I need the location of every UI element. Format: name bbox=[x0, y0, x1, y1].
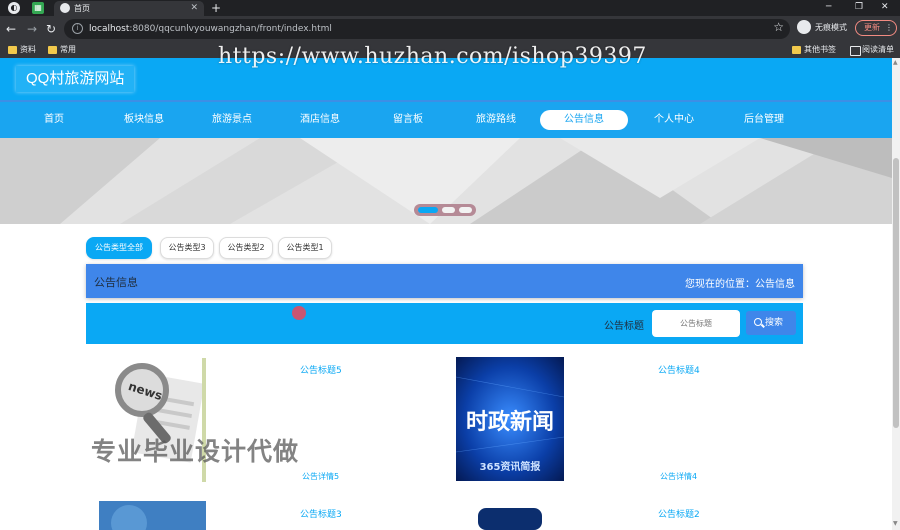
filter-type3[interactable]: 公告类型3 bbox=[160, 237, 214, 259]
sheets-tab-icon[interactable]: ▦ bbox=[32, 2, 44, 14]
card-title[interactable]: 公告标题2 bbox=[658, 507, 700, 520]
nav-routes[interactable]: 旅游路线 bbox=[452, 110, 540, 130]
nav-profile[interactable]: 个人中心 bbox=[630, 110, 718, 130]
search-button[interactable]: 搜索 bbox=[746, 311, 796, 335]
card-title[interactable]: 公告标题3 bbox=[300, 507, 342, 520]
search-label: 公告标题 bbox=[604, 321, 644, 332]
card-detail[interactable]: 公告详情5 bbox=[302, 471, 339, 482]
search-icon bbox=[754, 318, 762, 326]
carousel-indicators bbox=[414, 204, 476, 216]
mouse-cursor bbox=[292, 306, 306, 320]
reload-icon[interactable]: ↻ bbox=[46, 21, 56, 37]
bookmark-item[interactable]: 资料 bbox=[8, 43, 36, 57]
bookmark-item[interactable]: 常用 bbox=[48, 43, 76, 57]
card-detail[interactable]: 公告详情4 bbox=[660, 471, 697, 482]
bookmark-star-icon[interactable]: ☆ bbox=[773, 20, 784, 34]
back-icon[interactable]: ← bbox=[6, 21, 16, 37]
nav-messages[interactable]: 留言板 bbox=[364, 110, 452, 130]
info-icon[interactable]: i bbox=[72, 23, 83, 34]
blue-card-image bbox=[99, 501, 206, 530]
dark-blue-card-image bbox=[478, 508, 542, 530]
browser-titlebar: ◐ ▦ 首页 ✕ + ─ ❐ ✕ bbox=[0, 0, 900, 16]
filter-all[interactable]: 公告类型全部 bbox=[86, 237, 152, 259]
site-logo[interactable]: QQ村旅游网站 bbox=[16, 66, 135, 92]
close-tab-icon[interactable]: ✕ bbox=[190, 1, 198, 16]
browser-tab[interactable]: 首页 ✕ bbox=[54, 1, 204, 16]
globe-icon bbox=[60, 3, 70, 13]
breadcrumb: 您现在的位置：公告信息 bbox=[685, 279, 795, 290]
url-text[interactable]: localhost:8080/qqcunlvyouwangzhan/front/… bbox=[89, 22, 332, 36]
card-image[interactable] bbox=[99, 501, 206, 530]
filter-type1[interactable]: 公告类型1 bbox=[278, 237, 332, 259]
nav-attractions[interactable]: 旅游景点 bbox=[188, 110, 276, 130]
search-bar: 公告标题 搜索 bbox=[86, 303, 803, 344]
search-input[interactable] bbox=[652, 310, 740, 337]
card-image[interactable] bbox=[478, 508, 542, 530]
nav-home[interactable]: 首页 bbox=[10, 110, 98, 130]
nav-hotels[interactable]: 酒店信息 bbox=[276, 110, 364, 130]
browser-logo-icon[interactable]: ◐ bbox=[8, 2, 20, 14]
politics-news-image: 时政新闻 365资讯简报 bbox=[456, 357, 564, 481]
card-title[interactable]: 公告标题4 bbox=[658, 363, 700, 376]
scrollbar-thumb[interactable] bbox=[893, 158, 899, 428]
section-header: 公告信息 您现在的位置：公告信息 bbox=[86, 264, 803, 298]
new-tab-icon[interactable]: + bbox=[211, 0, 221, 16]
incognito-icon bbox=[797, 20, 811, 34]
page-scrollbar[interactable]: ▲ ▼ bbox=[892, 58, 900, 530]
url-field[interactable]: i localhost:8080/qqcunlvyouwangzhan/fron… bbox=[64, 19, 790, 39]
tab-title: 首页 bbox=[74, 4, 90, 13]
svg-text:365资讯简报: 365资讯简报 bbox=[480, 460, 541, 473]
section-title: 公告信息 bbox=[94, 276, 138, 289]
scroll-up-icon[interactable]: ▲ bbox=[893, 59, 898, 66]
carousel-dot[interactable] bbox=[418, 207, 438, 213]
watermark-text: 专业毕业设计代做 bbox=[91, 437, 300, 466]
minimize-icon[interactable]: ─ bbox=[826, 0, 831, 14]
window-close-icon[interactable]: ✕ bbox=[881, 0, 889, 14]
watermark-url: https://www.huzhan.com/ishop39397 bbox=[218, 44, 647, 69]
forward-icon[interactable]: → bbox=[27, 21, 37, 37]
card-image[interactable]: 时政新闻 365资讯简报 bbox=[456, 357, 564, 481]
carousel-dot[interactable] bbox=[442, 207, 455, 213]
main-nav: 首页 板块信息 旅游景点 酒店信息 留言板 旅游路线 公告信息 个人中心 后台管… bbox=[0, 100, 892, 138]
update-button[interactable]: 更新 bbox=[855, 20, 897, 36]
nav-announcements[interactable]: 公告信息 bbox=[540, 110, 628, 130]
nav-admin[interactable]: 后台管理 bbox=[720, 110, 808, 130]
restore-icon[interactable]: ❐ bbox=[855, 0, 863, 14]
carousel-dot[interactable] bbox=[459, 207, 472, 213]
nav-forum[interactable]: 板块信息 bbox=[100, 110, 188, 130]
filter-type2[interactable]: 公告类型2 bbox=[219, 237, 273, 259]
reading-list[interactable]: 阅读清单 bbox=[850, 43, 894, 57]
bookmark-folder-other[interactable]: 其他书签 bbox=[792, 43, 836, 57]
card-title[interactable]: 公告标题5 bbox=[300, 363, 342, 376]
incognito-label: 无痕模式 bbox=[815, 23, 847, 32]
scroll-down-icon[interactable]: ▼ bbox=[893, 520, 898, 527]
address-bar: ← → ↻ i localhost:8080/qqcunlvyouwangzha… bbox=[0, 16, 900, 42]
svg-text:时政新闻: 时政新闻 bbox=[466, 409, 554, 435]
